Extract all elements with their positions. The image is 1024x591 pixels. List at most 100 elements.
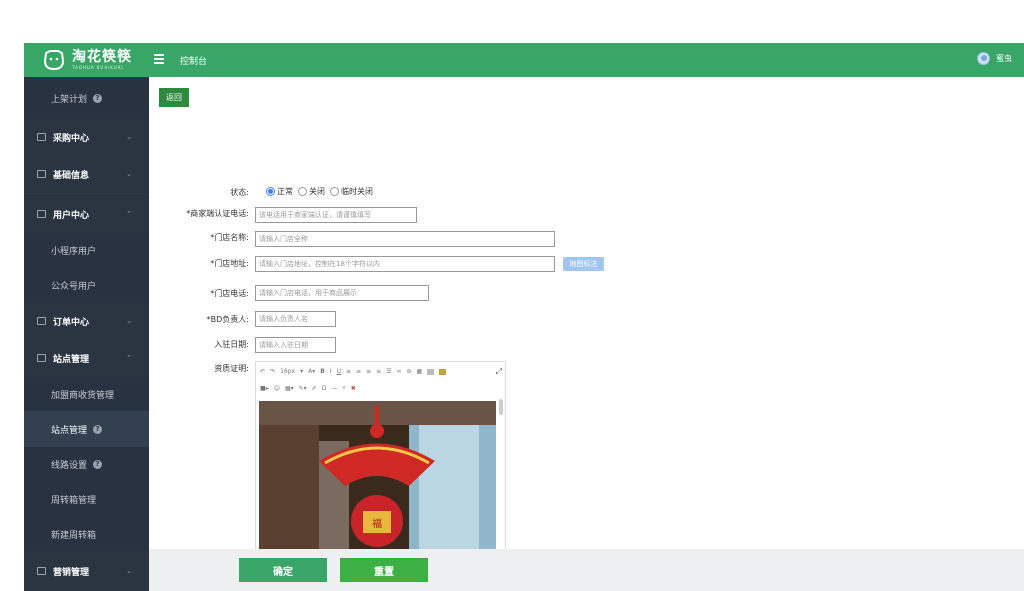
confirm-button[interactable]: 确定 <box>239 558 327 582</box>
radio-icon[interactable] <box>330 187 339 196</box>
align-left-icon[interactable]: ≡ <box>346 368 351 375</box>
dropdown-icon[interactable]: ▾ <box>300 368 303 375</box>
align-center-icon[interactable]: ≡ <box>356 368 361 375</box>
editor-toolbar-row-2: ■▸ ☺ ▦▾ ✎▾ ✐ Ω — ⌕ ✖ <box>260 384 356 392</box>
status-radio-group[interactable]: 正常 关闭 临时关闭 <box>266 186 373 197</box>
status-option-normal[interactable]: 正常 <box>266 186 293 197</box>
image-caption: 福 <box>372 517 382 530</box>
bd-owner-input[interactable]: 请输入负责人名 <box>255 311 336 327</box>
console-title[interactable]: 控制台 <box>180 54 207 67</box>
store-address-label: *门店地址: <box>210 259 249 268</box>
sidebar-item[interactable]: 新建周转箱 <box>24 517 149 551</box>
store-phone-input[interactable]: 请输入门店电话，用于商品展示 <box>255 285 429 301</box>
sidebar-label: 订单中心 <box>53 317 90 328</box>
join-date-label: 入驻日期: <box>214 340 249 349</box>
chevron-up-icon: ⌃ <box>126 210 132 218</box>
back-button[interactable]: 返回 <box>159 88 189 107</box>
brush-icon[interactable]: ✎▾ <box>299 385 307 392</box>
sidebar-item[interactable]: 上架计划? <box>24 77 149 119</box>
sidebar-label: 上架计划 <box>51 94 88 105</box>
redo-icon[interactable]: ↷ <box>270 368 275 375</box>
sidebar: 上架计划? 采购中心 ⌄ 基础信息 ⌄ 用户中心 ⌃ 小程序用户 公众号用户 订单中心 ⌄ 站点管理 ⌃… <box>24 77 149 591</box>
link-icon[interactable]: ∞ <box>396 368 401 375</box>
help-icon[interactable]: ? <box>93 459 103 469</box>
table-icon[interactable]: ▦ <box>417 368 423 375</box>
omega-icon[interactable]: Ω <box>322 385 327 392</box>
menu-group-icon <box>37 317 46 325</box>
certificate-label: 资质证明: <box>214 364 249 373</box>
radio-checked-icon[interactable] <box>266 187 275 196</box>
list-icon[interactable]: ☰ <box>386 368 391 375</box>
logo: 淘花筷筷 TAOHUA KUAIKUAI <box>42 47 154 73</box>
join-date-input[interactable]: 请输入入驻日期 <box>255 337 336 353</box>
undo-icon[interactable]: ↶ <box>260 368 265 375</box>
reset-button[interactable]: 重置 <box>340 558 428 582</box>
underline-icon[interactable]: U <box>337 368 341 375</box>
logo-subtext: TAOHUA KUAIKUAI <box>72 65 124 70</box>
store-phone-label: *门店电话: <box>210 289 249 298</box>
sidebar-group[interactable]: 基础信息 ⌄ <box>24 155 149 193</box>
chevron-down-icon: ⌄ <box>126 170 132 178</box>
user-name[interactable]: 蜜虫 <box>996 53 1012 64</box>
font-color-icon[interactable]: A▾ <box>308 368 315 375</box>
search-icon[interactable]: ⌕ <box>342 384 345 392</box>
sidebar-group[interactable]: 营销管理 ⌄ <box>24 551 149 591</box>
sidebar-item[interactable]: 站点管理? <box>24 411 149 447</box>
sidebar-label: 周转箱管理 <box>51 495 97 506</box>
sidebar-item[interactable]: 加盟商收货管理 <box>24 377 149 411</box>
map-mark-button[interactable]: 地图标注 <box>563 257 604 271</box>
sidebar-label: 营销管理 <box>53 567 90 578</box>
sidebar-label: 线路设置 <box>51 460 88 471</box>
menu-group-icon <box>37 170 46 178</box>
logo-text: 淘花筷筷 <box>72 49 132 65</box>
chevron-down-icon: ⌄ <box>126 133 132 141</box>
grid-icon[interactable]: ▦▾ <box>285 385 294 392</box>
radio-icon[interactable] <box>298 187 307 196</box>
store-address-input[interactable]: 请输入门店地址，控制在18个字符以内 <box>255 256 555 272</box>
font-size-select[interactable]: 16px <box>280 368 295 375</box>
sidebar-item[interactable]: 周转箱管理 <box>24 481 149 517</box>
help-icon[interactable]: ? <box>93 93 103 103</box>
menu-toggle-icon[interactable] <box>154 54 164 64</box>
sidebar-label: 采购中心 <box>53 133 90 144</box>
justify-icon[interactable]: ≡ <box>376 368 381 375</box>
merchant-phone-label: *商家端认证电话: <box>186 209 249 218</box>
sidebar-label: 新建周转箱 <box>51 530 97 541</box>
help-icon[interactable]: ? <box>93 424 103 434</box>
sidebar-group[interactable]: 用户中心 ⌃ <box>24 195 149 233</box>
menu-group-icon <box>37 567 46 575</box>
sidebar-item[interactable]: 公众号用户 <box>24 267 149 303</box>
merchant-phone-input[interactable]: 该电话用于商家端认证，请谨慎填写 <box>255 207 417 223</box>
menu-group-icon <box>37 210 46 218</box>
top-bar: 淘花筷筷 TAOHUA KUAIKUAI 控制台 蜜虫 <box>24 43 1024 77</box>
pen-icon[interactable]: ✐ <box>312 385 317 392</box>
emoji-icon[interactable]: ☺ <box>274 385 280 392</box>
editor-scrollbar[interactable] <box>499 399 503 415</box>
store-name-input[interactable]: 请输入门店全称 <box>255 231 555 247</box>
sidebar-group[interactable]: 订单中心 ⌄ <box>24 303 149 339</box>
status-option-temp-closed[interactable]: 临时关闭 <box>330 186 373 197</box>
avatar[interactable] <box>977 52 990 65</box>
sidebar-group[interactable]: 站点管理 ⌃ <box>24 339 149 377</box>
italic-icon[interactable]: I <box>330 368 332 375</box>
store-name-label: *门店名称: <box>210 233 249 242</box>
hr-icon[interactable]: — <box>331 385 337 392</box>
bold-icon[interactable]: B <box>320 368 325 375</box>
sidebar-item[interactable]: 小程序用户 <box>24 233 149 267</box>
sidebar-label: 站点管理 <box>53 354 90 365</box>
status-option-closed[interactable]: 关闭 <box>298 186 325 197</box>
logo-icon <box>43 50 65 71</box>
user-menu[interactable]: 蜜虫 <box>977 52 1012 65</box>
unlink-icon[interactable]: ⊘ <box>406 368 411 375</box>
clear-format-icon[interactable]: ✖ <box>351 385 356 392</box>
sidebar-group[interactable]: 采购中心 ⌄ <box>24 119 149 155</box>
fullscreen-icon[interactable]: ⤢ <box>496 367 502 377</box>
align-right-icon[interactable]: ≡ <box>366 368 371 375</box>
gallery-icon[interactable] <box>439 368 447 375</box>
image-icon[interactable] <box>427 368 435 375</box>
sidebar-item[interactable]: 线路设置? <box>24 447 149 481</box>
video-icon[interactable]: ■▸ <box>260 385 269 392</box>
sidebar-label: 用户中心 <box>53 210 90 221</box>
sidebar-label: 站点管理 <box>51 425 88 436</box>
chevron-up-icon: ⌃ <box>126 354 132 362</box>
